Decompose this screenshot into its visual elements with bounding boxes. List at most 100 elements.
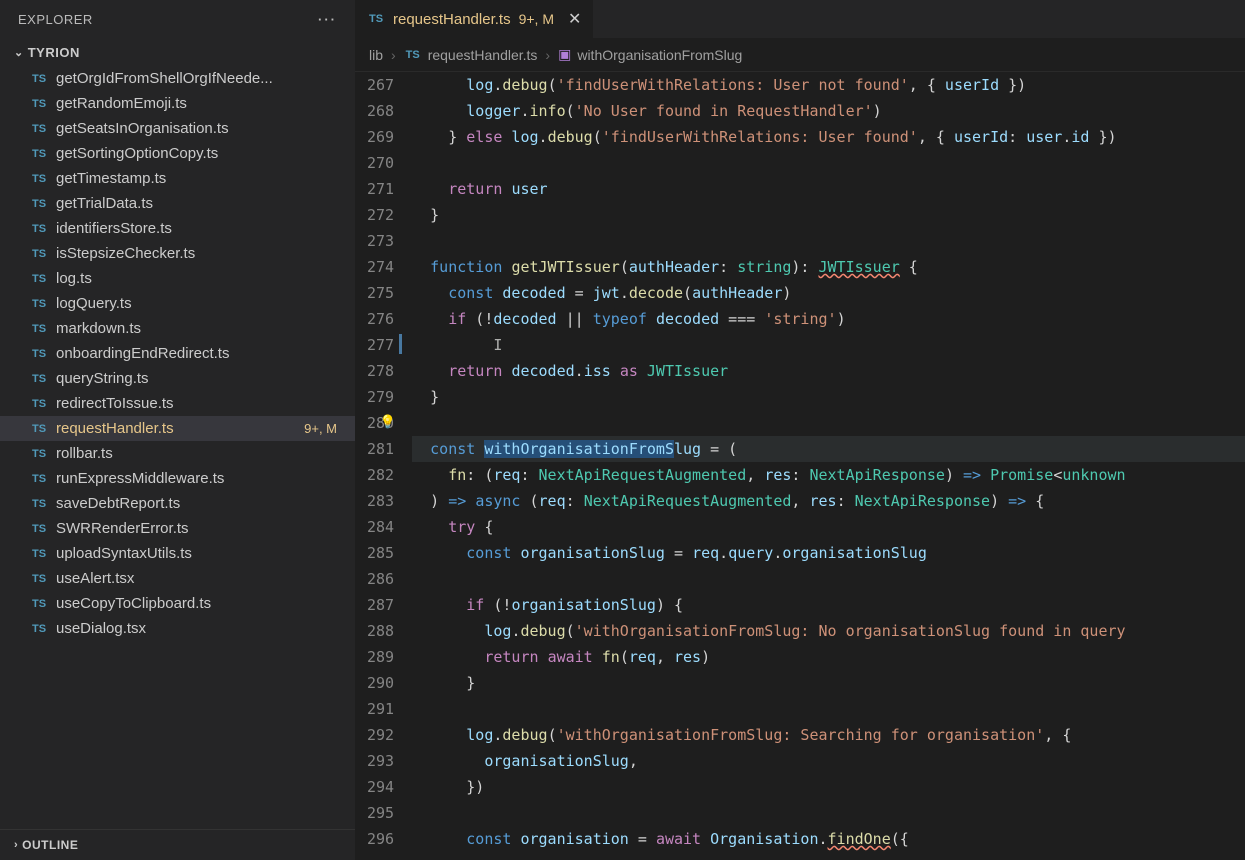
code-content[interactable]: log.debug('findUserWithRelations: User n… [412, 72, 1245, 860]
ts-icon: TS [367, 13, 385, 25]
breadcrumb: lib › TS requestHandler.ts › ▣ withOrgan… [355, 38, 1245, 72]
file-name: useAlert.tsx [56, 570, 345, 587]
ts-icon: TS [30, 398, 48, 410]
file-item[interactable]: TS SWRRenderError.ts [0, 516, 355, 541]
file-name: getOrgIdFromShellOrgIfNeede... [56, 70, 345, 87]
file-item[interactable]: TS getTimestamp.ts [0, 166, 355, 191]
chevron-right-icon: › [14, 839, 18, 851]
ts-icon: TS [30, 148, 48, 160]
breadcrumb-symbol[interactable]: ▣ withOrganisationFromSlug [558, 46, 742, 63]
file-item[interactable]: TS rollbar.ts [0, 441, 355, 466]
main-area: TS requestHandler.ts 9+, M ✕ lib › TS re… [355, 0, 1245, 860]
file-item[interactable]: TS logQuery.ts [0, 291, 355, 316]
ts-icon: TS [404, 49, 422, 61]
ts-icon: TS [30, 623, 48, 635]
explorer-header: EXPLORER ··· [0, 0, 355, 39]
file-name: useCopyToClipboard.ts [56, 595, 345, 612]
chevron-down-icon: ⌄ [14, 46, 24, 59]
ts-icon: TS [30, 348, 48, 360]
lightbulb-icon[interactable]: 💡 [380, 410, 396, 436]
ts-icon: TS [30, 73, 48, 85]
explorer-title: EXPLORER [18, 12, 93, 27]
ts-icon: TS [30, 223, 48, 235]
ts-icon: TS [30, 448, 48, 460]
ts-icon: TS [30, 173, 48, 185]
ts-icon: TS [30, 323, 48, 335]
file-item[interactable]: TSrunExpressMiddleware.ts [0, 466, 355, 491]
ts-icon: TS [30, 98, 48, 110]
breadcrumb-file[interactable]: TS requestHandler.ts [404, 47, 538, 63]
ts-icon: TS [30, 423, 48, 435]
file-item[interactable]: TS requestHandler.ts 9+, M [0, 416, 355, 441]
file-name: requestHandler.ts [56, 420, 296, 437]
file-item[interactable]: TS queryString.ts [0, 366, 355, 391]
file-name: rollbar.ts [56, 445, 345, 462]
file-name: onboardingEndRedirect.ts [56, 345, 345, 362]
file-item[interactable]: TS getRandomEmoji.ts [0, 91, 355, 116]
ts-icon: TS [30, 198, 48, 210]
tab-bar: TS requestHandler.ts 9+, M ✕ [355, 0, 1245, 38]
tab-requesthandler[interactable]: TS requestHandler.ts 9+, M ✕ [355, 0, 594, 38]
ts-icon: TS [30, 523, 48, 535]
project-name: TYRION [28, 45, 80, 60]
tab-status: 9+, M [519, 11, 554, 27]
project-section[interactable]: ⌄ TYRION [0, 39, 355, 66]
file-name: redirectToIssue.ts [56, 395, 345, 412]
file-name: queryString.ts [56, 370, 345, 387]
outline-label: OUTLINE [22, 838, 78, 852]
file-item[interactable]: TS useCopyToClipboard.ts [0, 591, 355, 616]
file-name: useDialog.tsx [56, 620, 345, 637]
file-name: log.ts [56, 270, 345, 287]
file-name: SWRRenderError.ts [56, 520, 345, 537]
file-item[interactable]: TS getSeatsInOrganisation.ts [0, 116, 355, 141]
file-item[interactable]: TS markdown.ts [0, 316, 355, 341]
file-item[interactable]: TS redirectToIssue.ts [0, 391, 355, 416]
file-item[interactable]: TS useAlert.tsx [0, 566, 355, 591]
file-item[interactable]: TS getTrialData.ts [0, 191, 355, 216]
file-item[interactable]: TS identifiersStore.ts [0, 216, 355, 241]
file-item[interactable]: TS onboardingEndRedirect.ts [0, 341, 355, 366]
code-editor[interactable]: 2672682692702712722732742752762772782792… [355, 72, 1245, 860]
file-name: saveDebtReport.ts [56, 495, 345, 512]
ts-icon: TS [30, 248, 48, 260]
ts-icon: TS [30, 298, 48, 310]
chevron-right-icon: › [545, 47, 550, 63]
tab-filename: requestHandler.ts [393, 11, 511, 28]
ts-icon: TS [30, 473, 48, 485]
modified-indicator [399, 334, 402, 354]
ts-icon: TS [30, 498, 48, 510]
ts-icon: TS [30, 273, 48, 285]
file-name: getSeatsInOrganisation.ts [56, 120, 345, 137]
file-item[interactable]: TS useDialog.tsx [0, 616, 355, 641]
ts-icon: TS [30, 123, 48, 135]
ts-icon: TS [30, 573, 48, 585]
file-status: 9+, M [304, 421, 337, 436]
file-name: identifiersStore.ts [56, 220, 345, 237]
file-item[interactable]: TS uploadSyntaxUtils.ts [0, 541, 355, 566]
file-name: getTimestamp.ts [56, 170, 345, 187]
file-item[interactable]: TS saveDebtReport.ts [0, 491, 355, 516]
close-icon[interactable]: ✕ [568, 9, 581, 29]
file-name: isStepsizeChecker.ts [56, 245, 345, 262]
file-name: markdown.ts [56, 320, 345, 337]
file-name: getTrialData.ts [56, 195, 345, 212]
file-item[interactable]: TS getOrgIdFromShellOrgIfNeede... [0, 66, 355, 91]
file-item[interactable]: TS isStepsizeChecker.ts [0, 241, 355, 266]
chevron-right-icon: › [391, 47, 396, 63]
breadcrumb-folder[interactable]: lib [369, 47, 383, 63]
outline-section[interactable]: › OUTLINE [0, 829, 355, 860]
ts-icon: TS [30, 373, 48, 385]
file-item[interactable]: TS log.ts [0, 266, 355, 291]
file-name: logQuery.ts [56, 295, 345, 312]
file-item[interactable]: TS getSortingOptionCopy.ts [0, 141, 355, 166]
file-list: TS getOrgIdFromShellOrgIfNeede... TS getRan… [0, 66, 355, 829]
ts-icon: TS [30, 548, 48, 560]
file-name: getSortingOptionCopy.ts [56, 145, 345, 162]
method-icon: ▣ [558, 46, 571, 63]
file-name: getRandomEmoji.ts [56, 95, 345, 112]
more-icon[interactable]: ··· [318, 12, 337, 27]
ts-icon: TS [30, 598, 48, 610]
explorer-sidebar: EXPLORER ··· ⌄ TYRION TS getOrgIdFromShel… [0, 0, 355, 860]
line-gutter: 2672682692702712722732742752762772782792… [355, 72, 412, 860]
file-name: uploadSyntaxUtils.ts [56, 545, 345, 562]
